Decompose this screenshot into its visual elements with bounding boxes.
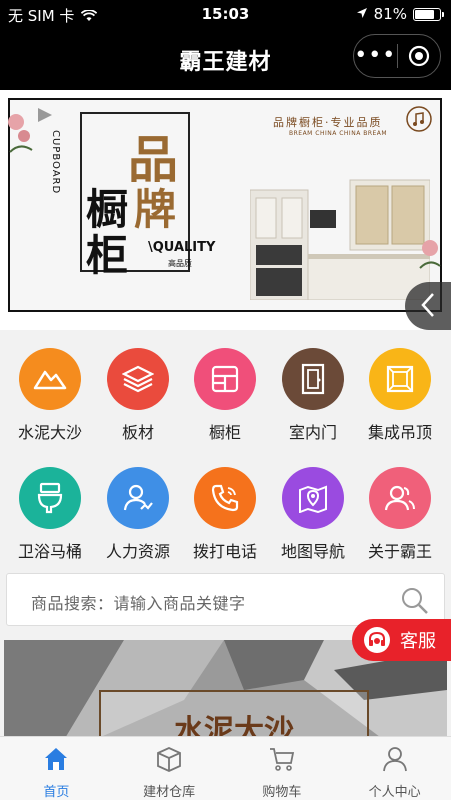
tab-label: 首页 — [43, 785, 70, 800]
mountain-icon — [19, 348, 81, 410]
kitchen-cabinet-image — [250, 179, 430, 300]
status-right: 81% — [356, 5, 444, 23]
tab-profile[interactable]: 个人中心 — [338, 737, 451, 800]
menu-item-label: 卫浴马桶 — [17, 542, 82, 561]
banner-tagline-en: BREAM CHINA CHINA BREAM — [289, 130, 388, 137]
toilet-icon — [19, 467, 81, 529]
flower-decor-right — [419, 240, 441, 269]
banner-cupboard-text: CUPBOARD — [50, 130, 61, 195]
menu-item-cement[interactable]: 水泥大沙 — [8, 348, 92, 443]
door-icon — [282, 348, 344, 410]
menu-item-about[interactable]: 关于霸王 — [358, 467, 442, 562]
menu-item-label: 板材 — [121, 423, 154, 442]
search-placeholder: 商品搜索：请输入商品关键字 — [31, 594, 246, 613]
menu-item-door[interactable]: 室内门 — [271, 348, 355, 443]
banner-char-4: 柜 — [86, 231, 129, 280]
status-bar: 无 SIM 卡 15:03 81% — [0, 0, 451, 30]
menu-item-board[interactable]: 板材 — [96, 348, 180, 443]
banner-tagline: 品牌橱柜·专业品质 — [273, 116, 383, 129]
close-mini-program-icon[interactable] — [398, 45, 441, 67]
tab-label: 建材仓库 — [143, 785, 196, 800]
map-icon — [282, 467, 344, 529]
menu-item-label: 人力资源 — [105, 542, 170, 561]
banner-prev-button[interactable] — [405, 282, 451, 330]
layers-icon — [107, 348, 169, 410]
tab-label: 购物车 — [262, 785, 302, 800]
menu-item-cabinet[interactable]: 橱柜 — [183, 348, 267, 443]
menu-item-bathroom[interactable]: 卫浴马桶 — [8, 467, 92, 562]
card-title: 水泥大沙 — [174, 714, 294, 740]
home-icon — [42, 748, 70, 777]
menu-item-label: 橱柜 — [208, 423, 241, 442]
menu-item-label: 水泥大沙 — [17, 423, 82, 442]
category-menu: 水泥大沙 板材 橱柜 室内门 集成吊顶 卫浴马桶 人力资源 拨打电话 地图导航 … — [0, 340, 451, 566]
banner-quality: \QUALITY — [148, 240, 216, 255]
chevron-left-icon — [420, 292, 436, 325]
banner-triangle-decor — [38, 108, 52, 122]
music-note-icon[interactable] — [406, 106, 432, 132]
tab-home[interactable]: 首页 — [0, 737, 113, 800]
menu-item-label: 室内门 — [288, 423, 337, 442]
menu-item-label: 拨打电话 — [192, 542, 257, 561]
tab-bar: 首页 建材仓库 购物车 个人中心 — [0, 736, 451, 800]
more-icon[interactable]: ••• — [354, 45, 397, 67]
battery-icon — [413, 7, 444, 21]
cart-icon — [268, 748, 296, 777]
menu-item-call[interactable]: 拨打电话 — [183, 467, 267, 562]
tab-materials[interactable]: 建材仓库 — [113, 737, 226, 800]
search-icon[interactable] — [400, 586, 430, 620]
tab-label: 个人中心 — [368, 785, 421, 800]
battery-percent: 81% — [373, 5, 407, 23]
banner-quality-sub: 高品质 — [168, 259, 192, 268]
menu-item-hr[interactable]: 人力资源 — [96, 467, 180, 562]
flower-decor-left — [8, 114, 33, 153]
menu-item-ceiling[interactable]: 集成吊顶 — [358, 348, 442, 443]
box-icon — [155, 747, 183, 777]
card-title-frame: 水泥大沙 — [99, 690, 369, 740]
headset-icon — [364, 627, 390, 653]
customer-service-button[interactable]: 客服 — [352, 619, 451, 661]
tab-cart[interactable]: 购物车 — [226, 737, 339, 800]
person-icon — [381, 747, 409, 777]
promo-banner[interactable]: CUPBOARD 品 橱 牌 柜 \QUALITY 高品质 品牌橱柜·专业品质 … — [0, 90, 451, 330]
battery-fill — [415, 9, 434, 19]
ceiling-icon — [369, 348, 431, 410]
menu-item-label: 关于霸王 — [367, 542, 432, 561]
customer-service-label: 客服 — [400, 631, 436, 652]
nav-bar: 霸王建材 ••• — [0, 30, 451, 90]
menu-item-label: 集成吊顶 — [367, 423, 432, 442]
cabinet-icon — [194, 348, 256, 410]
menu-item-map[interactable]: 地图导航 — [271, 467, 355, 562]
mini-program-capsule: ••• — [353, 34, 441, 78]
menu-item-label: 地图导航 — [280, 542, 345, 561]
phone-icon — [194, 467, 256, 529]
location-icon — [356, 5, 368, 23]
banner-frame: CUPBOARD 品 橱 牌 柜 \QUALITY 高品质 品牌橱柜·专业品质 … — [8, 98, 442, 312]
people-icon — [107, 467, 169, 529]
user-group-icon — [369, 467, 431, 529]
banner-char-3: 牌 — [134, 185, 177, 234]
